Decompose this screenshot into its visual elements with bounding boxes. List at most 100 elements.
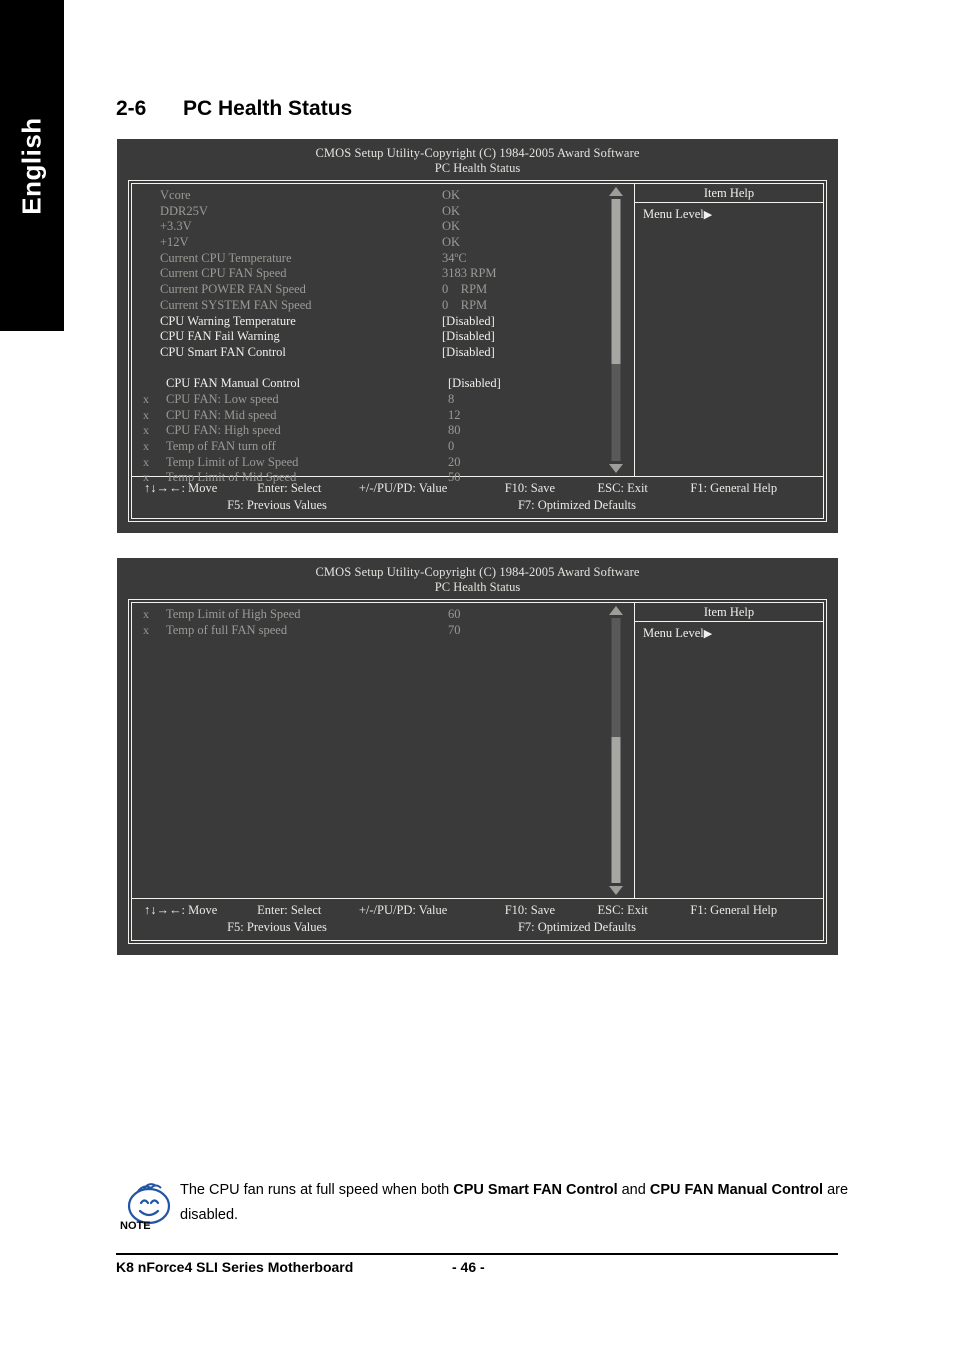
key-enter: Enter: Select	[257, 903, 322, 917]
bios-row-label: Current CPU FAN Speed	[160, 266, 287, 281]
bios-row-label: DDR25V	[160, 203, 208, 218]
bios-row-label: CPU FAN: Mid speed	[166, 407, 277, 422]
bios-frame-2: x Temp Limit of High Speed 60 x Temp of full…	[128, 599, 827, 944]
bios-row-value: 3183 RPM	[442, 266, 497, 281]
bios-row-value: 0 RPM	[442, 282, 488, 297]
bios-frame-1: Vcore OK DDR25V OK +3.3V OK +12V OK Current CPU …	[128, 180, 827, 522]
note-text-part2: and	[617, 1182, 650, 1198]
bios-row[interactable]: x Temp of FAN turn off 0	[132, 439, 598, 455]
key-f10: F10: Save	[504, 903, 556, 917]
key-esc: ESC: Exit	[597, 481, 648, 495]
note-bold-1: CPU Smart FAN Control	[453, 1182, 618, 1198]
bios-title-1: CMOS Setup Utility-Copyright (C) 1984-20…	[315, 146, 640, 160]
key-move: ↑↓→←: Move	[144, 903, 218, 917]
bios-row-label: Temp Limit of High Speed	[166, 607, 301, 621]
bios-row[interactable]: x Temp Limit of Low Speed 20	[132, 455, 598, 471]
bios-row-value: OK	[442, 235, 461, 250]
scroll-thumb[interactable]	[611, 199, 621, 365]
bios-row-label: CPU Warning Temperature	[160, 313, 296, 328]
item-help-title: Item Help	[635, 184, 823, 203]
bios-row[interactable]: +12V OK	[132, 235, 598, 251]
note-text: The CPU fan runs at full speed when both…	[180, 1178, 858, 1228]
bios-row-label: CPU FAN: Low speed	[166, 391, 279, 406]
menu-level-caret-icon: ▶	[703, 209, 713, 221]
bios-row-disabled-marker: x	[143, 607, 149, 621]
bios-title-2: CMOS Setup Utility-Copyright (C) 1984-20…	[315, 565, 640, 579]
bios-row[interactable]: Current POWER FAN Speed 0 RPM	[132, 282, 598, 298]
bios-row-label: Vcore	[160, 188, 191, 202]
bios-row-label: +12V	[160, 235, 189, 250]
menu-level-label: Menu Level	[643, 207, 704, 221]
bios-row[interactable]: x Temp Limit of High Speed 60	[132, 607, 598, 623]
bios-row[interactable]: x CPU FAN: Low speed 8	[132, 392, 598, 408]
menu-level-line: Menu Level▶	[643, 206, 823, 223]
bios-row[interactable]: Current SYSTEM FAN Speed 0 RPM	[132, 298, 598, 314]
bios-row-label: CPU Smart FAN Control	[160, 344, 286, 359]
bios-row-value: OK	[442, 188, 461, 202]
bios-row-label: Temp of FAN turn off	[166, 439, 276, 453]
bios-row[interactable]: x CPU FAN: Mid speed 12	[132, 408, 598, 424]
bios-row[interactable]: +3.3V OK	[132, 219, 598, 235]
note-bold-2: CPU FAN Manual Control	[649, 1182, 824, 1198]
bios-row-label: CPU FAN Manual Control	[166, 376, 301, 391]
bios-row[interactable]: CPU Smart FAN Control [Disabled]	[132, 345, 598, 361]
bios-subtitle-2: PC Health Status	[434, 580, 521, 594]
bios-item-list-2[interactable]: x Temp Limit of High Speed 60 x Temp of full…	[132, 603, 598, 898]
bios-row-label: +3.3V	[160, 219, 192, 234]
section-title: PC Health Status	[183, 97, 353, 120]
bios-subtitle-1: PC Health Status	[434, 161, 521, 175]
scroll-down-arrow-icon[interactable]	[609, 464, 623, 473]
bios-row[interactable]: CPU Warning Temperature [Disabled]	[132, 314, 598, 330]
scroll-track[interactable]	[611, 618, 621, 883]
bios-row-value: 0 RPM	[442, 297, 488, 312]
bios-row[interactable]: Current CPU Temperature 34ºC	[132, 251, 598, 267]
item-help-panel-1: Item Help Menu Level▶	[635, 184, 823, 476]
bios-row[interactable]: CPU FAN Fail Warning [Disabled]	[132, 329, 598, 345]
bios-row-value: [Disabled]	[448, 376, 501, 391]
bios-row-value: 60	[448, 607, 461, 621]
scroll-up-arrow-icon[interactable]	[609, 187, 623, 196]
language-tab-english: English	[0, 0, 64, 331]
bios-row[interactable]: x Temp Limit of Mid Speed 50	[132, 470, 598, 486]
menu-level-label: Menu Level	[643, 626, 704, 640]
bios-row-label: Temp Limit of Low Speed	[166, 454, 299, 469]
bios-row[interactable]: CPU FAN Manual Control [Disabled]	[132, 376, 598, 392]
scroll-up-arrow-icon[interactable]	[609, 606, 623, 615]
key-f1: F1: General Help	[690, 903, 778, 917]
menu-level-caret-icon: ▶	[703, 628, 713, 640]
page-title: 2-6 PC Health Status	[116, 97, 352, 121]
bios-row-value: 50	[448, 470, 461, 485]
bios-scrollbar-2[interactable]	[598, 603, 635, 898]
bios-row-value: 80	[448, 423, 461, 438]
bios-row-value: [Disabled]	[442, 329, 495, 344]
scroll-thumb[interactable]	[611, 737, 621, 883]
scroll-track[interactable]	[611, 199, 621, 461]
bios-row-spacer	[132, 361, 598, 377]
bios-screen-2: CMOS Setup Utility-Copyright (C) 1984-20…	[117, 558, 838, 955]
footer-page-number: - 46 -	[452, 1259, 485, 1275]
bios-row[interactable]: DDR25V OK	[132, 204, 598, 220]
bios-row[interactable]: Vcore OK	[132, 188, 598, 204]
bios-row-value: 20	[448, 454, 461, 469]
bios-row-disabled-marker: x	[143, 454, 149, 469]
bios-row-disabled-marker: x	[143, 407, 149, 422]
note-smiley-icon: NOTE	[118, 1178, 180, 1234]
bios-item-list-1[interactable]: Vcore OK DDR25V OK +3.3V OK +12V OK Current CPU …	[132, 184, 598, 484]
key-f5: F5: Previous Values	[227, 920, 327, 934]
bios-row-label: Temp of full FAN speed	[166, 622, 288, 637]
key-esc: ESC: Exit	[597, 903, 648, 917]
key-f5: F5: Previous Values	[227, 498, 327, 512]
bios-screen-1: CMOS Setup Utility-Copyright (C) 1984-20…	[117, 139, 838, 533]
bios-row[interactable]: Current CPU FAN Speed 3183 RPM	[132, 266, 598, 282]
scroll-down-arrow-icon[interactable]	[609, 886, 623, 895]
bios-row-label: Temp Limit of Mid Speed	[166, 470, 297, 485]
bios-row-value: 34ºC	[442, 250, 467, 265]
note-text-part1: The CPU fan runs at full speed when both	[180, 1182, 454, 1198]
bios-scrollbar-1[interactable]	[598, 184, 635, 476]
bios-row[interactable]: x Temp of full FAN speed 70	[132, 623, 598, 639]
footer-divider	[116, 1253, 838, 1255]
bios-row-label: CPU FAN: High speed	[166, 423, 281, 438]
bios-row-disabled-marker: x	[143, 423, 149, 438]
bios-row[interactable]: x CPU FAN: High speed 80	[132, 423, 598, 439]
bios-row-label: CPU FAN Fail Warning	[160, 329, 280, 344]
